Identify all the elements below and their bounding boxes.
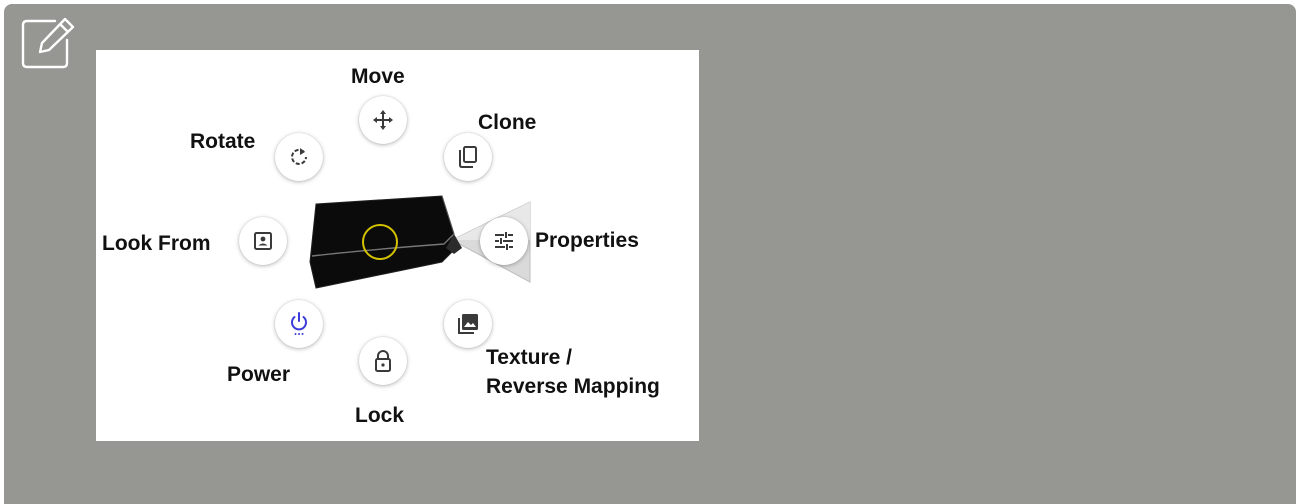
portrait-icon [254,232,272,250]
move-label: Move [351,65,405,88]
texture-button[interactable] [444,300,492,348]
rotate-label: Rotate [190,130,256,153]
canvas-panel: Move Clone Rotate Look From Properties P… [4,4,1296,504]
image-stack-icon [458,314,478,334]
lock-label: Lock [355,404,405,427]
move-arrows-icon [373,110,393,130]
texture-label-line1: Texture / [486,346,572,369]
look-from-label: Look From [102,232,211,255]
context-menu-figure: Move Clone Rotate Look From Properties P… [96,50,699,441]
clone-button[interactable] [444,133,492,181]
edit-button[interactable] [18,12,78,72]
clone-label: Clone [478,111,537,134]
sliders-icon [495,232,513,250]
copy-icon [459,146,477,168]
rotate-icon [291,148,307,165]
texture-label-line2: Reverse Mapping [486,375,660,398]
move-button[interactable] [359,96,407,144]
look-from-button[interactable] [239,217,287,265]
power-icon [291,312,307,335]
lock-icon [375,350,391,372]
properties-label: Properties [535,229,639,252]
properties-button[interactable] [480,217,528,265]
rotate-button[interactable] [275,133,323,181]
power-label: Power [227,363,291,386]
power-button[interactable] [275,300,323,348]
lock-button[interactable] [359,337,407,385]
edit-icon [21,17,75,69]
